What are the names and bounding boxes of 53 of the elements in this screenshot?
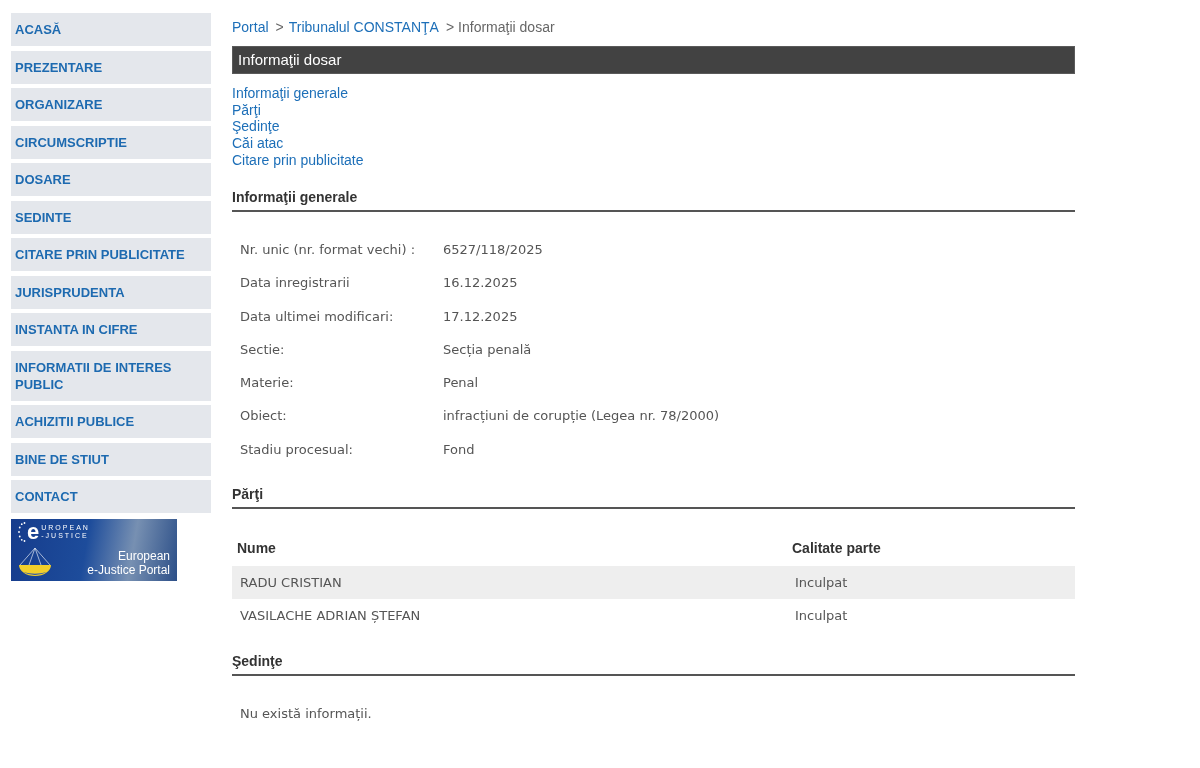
nav-item[interactable]: ACHIZITII PUBLICE [11, 405, 211, 438]
scales-icon [18, 547, 52, 577]
field-label: Nr. unic (nr. format vechi) : [239, 240, 417, 259]
empty-message: Nu există informații. [239, 706, 373, 723]
nav-item[interactable]: JURISPRUDENTA [11, 275, 211, 309]
breadcrumb-link[interactable]: Portal [232, 16, 269, 38]
field-value: 6527/118/2025 [443, 240, 543, 259]
logo-letter: e [27, 523, 40, 541]
field-label: Data inregistrarii [239, 274, 351, 293]
nav-item[interactable]: SEDINTE [11, 200, 211, 234]
breadcrumb-separator: > [275, 17, 284, 37]
field-label: Materie: [239, 374, 295, 393]
field-label: Sectie: [239, 340, 286, 359]
stars-icon [18, 522, 26, 542]
breadcrumb-current: Informaţii dosar [458, 17, 555, 37]
nav-item[interactable]: ORGANIZARE [11, 88, 211, 121]
field-value: 17.12.2025 [443, 307, 518, 326]
nav-item[interactable]: INSTANTA IN CIFRE [11, 313, 211, 346]
section-heading: Părţi [232, 486, 1075, 510]
section-link[interactable]: Citare prin publicitate [232, 151, 364, 169]
page-title: Informaţii dosar [232, 46, 1075, 74]
table-cell-text: RADU CRISTIAN [239, 573, 343, 592]
table-cell-text: Inculpat [794, 606, 848, 625]
section-link[interactable]: Şedinţe [232, 118, 280, 136]
section-link[interactable]: Informaţii generale [232, 85, 348, 102]
section-link[interactable]: Căi atac [232, 135, 284, 152]
field-value: infracțiuni de corupție (Legea nr. 78/2000) [443, 407, 720, 426]
nav-item[interactable]: CITARE PRIN PUBLICITATE [11, 238, 211, 271]
field-value: 16.12.2025 [443, 274, 518, 293]
nav-item[interactable]: CONTACT [11, 480, 211, 513]
nav-item[interactable]: DOSARE [11, 163, 211, 196]
field-label: Stadiu procesual: [239, 440, 354, 459]
field-value: Secția penală [443, 340, 532, 359]
section-heading: Informaţii generale [232, 189, 1075, 212]
breadcrumb-link[interactable]: Tribunalul CONSTANŢA [288, 16, 439, 38]
banner-caption: European [117, 549, 170, 563]
field-value: Fond [443, 440, 475, 459]
nav-item[interactable]: PREZENTARE [11, 50, 211, 84]
nav-item[interactable]: CIRCUMSCRIPTIE [11, 125, 211, 159]
field-label: Data ultimei modificari: [239, 307, 395, 326]
nav-item[interactable]: INFORMATII DE INTERES PUBLIC [11, 350, 211, 401]
table-cell-text: Inculpat [794, 573, 848, 592]
section-heading: Şedinţe [232, 653, 1075, 677]
section-link[interactable]: Părţi [232, 101, 261, 119]
banner-caption: e-Justice Portal [87, 563, 170, 577]
column-header: Calitate parte [791, 539, 881, 559]
field-label: Obiect: [239, 407, 288, 426]
table-cell-text: VASILACHE ADRIAN ȘTEFAN [239, 606, 422, 625]
nav-item[interactable]: BINE DE STIUT [11, 442, 211, 476]
nav-item[interactable]: ACASĂ [11, 13, 211, 46]
field-value: Penal [443, 374, 479, 393]
column-header: Nume [236, 539, 277, 559]
breadcrumb-separator: > [445, 17, 455, 37]
